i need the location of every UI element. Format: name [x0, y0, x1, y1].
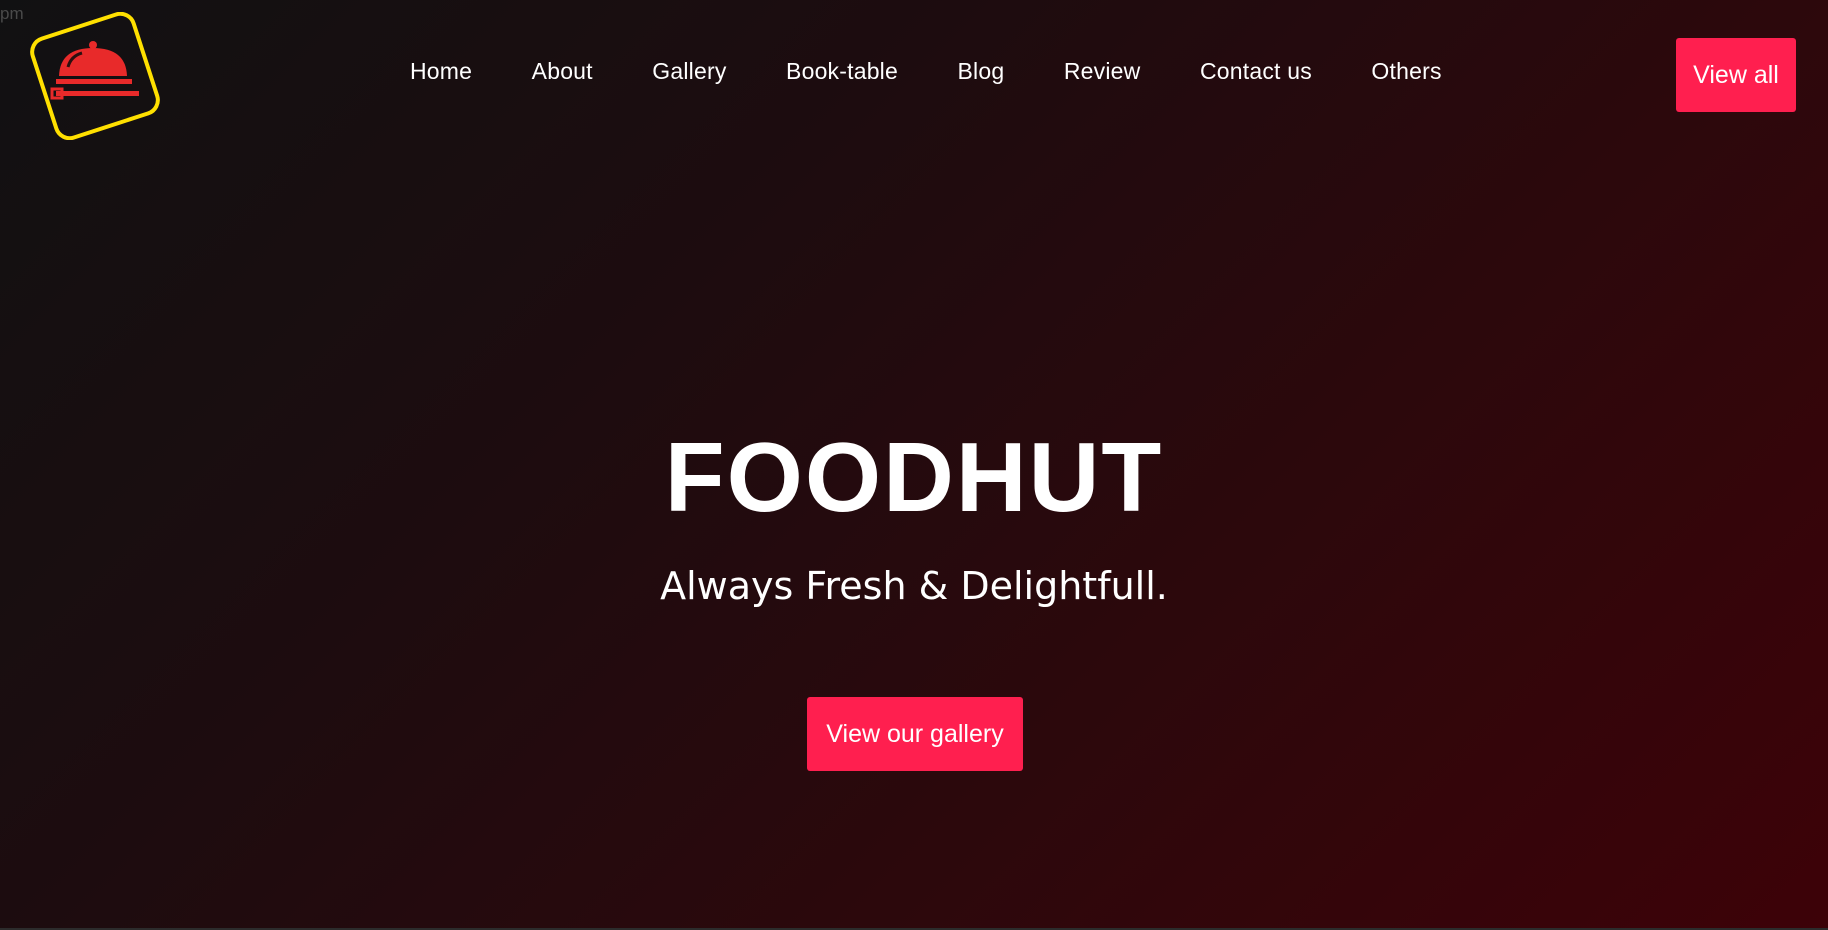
nav-others[interactable]: Others	[1371, 58, 1441, 85]
hero-title: FOODHUT	[664, 422, 1164, 532]
corner-text: pm	[0, 4, 24, 23]
nav-home[interactable]: Home	[410, 58, 472, 85]
nav-book-table[interactable]: Book-table	[786, 58, 898, 85]
site-logo[interactable]	[30, 11, 162, 141]
main-nav: Home About Gallery Book-table Blog Revie…	[410, 58, 1442, 85]
hero-subtitle: Always Fresh & Delightfull.	[660, 564, 1168, 608]
nav-about[interactable]: About	[532, 58, 593, 85]
nav-review[interactable]: Review	[1064, 58, 1141, 85]
cloche-dish-icon	[30, 11, 160, 141]
nav-blog[interactable]: Blog	[958, 58, 1005, 85]
nav-gallery[interactable]: Gallery	[652, 58, 726, 85]
view-gallery-button[interactable]: View our gallery	[807, 697, 1023, 771]
nav-contact-us[interactable]: Contact us	[1200, 58, 1312, 85]
view-all-button[interactable]: View all	[1676, 38, 1796, 112]
